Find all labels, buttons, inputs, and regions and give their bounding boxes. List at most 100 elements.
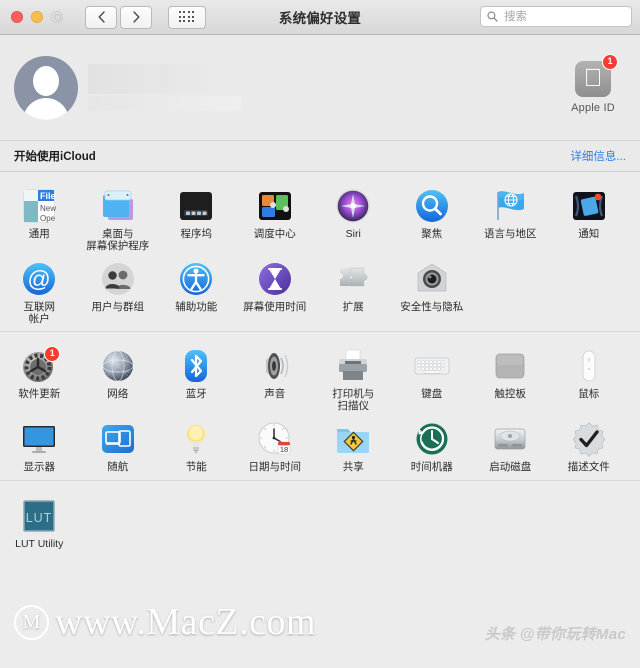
pref-label: 时间机器 [410,461,453,473]
pref-item-users-groups[interactable]: 用户与群组 [79,254,158,327]
pref-item-mouse[interactable]: 鼠标 [550,341,629,414]
pref-item-general[interactable]: File New Ope 通用 [0,181,79,254]
dock-icon [177,187,215,225]
energy-saver-icon [177,420,215,458]
svg-text:File: File [40,191,56,201]
pref-item-siri[interactable]: Siri [314,181,393,254]
internet-accounts-icon: @ [20,260,58,298]
pref-item-printers-scanners[interactable]: 打印机与 扫描仪 [314,341,393,414]
pref-item-displays[interactable]: 显示器 [0,414,79,476]
pref-item-dock[interactable]: 程序坞 [157,181,236,254]
network-icon [99,347,137,385]
pref-label: 屏幕使用时间 [243,301,307,313]
search-area [480,6,632,27]
apple-logo-icon:  1 [575,54,618,97]
pref-row: 显示器 随航 节能 18 日期与时间 共享 时间机器 启动磁盘 描述文件 [0,414,640,476]
accessibility-icon [177,260,215,298]
pref-label: 随航 [107,461,129,473]
pref-item-empty [471,254,550,327]
pref-item-security-privacy[interactable]: 安全性与隐私 [393,254,472,327]
pref-item-trackpad[interactable]: 触控板 [471,341,550,414]
section-personal: File New Ope 通用 桌面与 屏幕保护程序 程序坞 调度中心 Siri… [0,172,640,331]
pref-label: 通用 [28,228,50,240]
pref-label: 互联网 帐户 [23,301,56,325]
pref-label: 扩展 [342,301,364,313]
minimize-button[interactable] [31,11,43,23]
avatar[interactable] [14,55,78,120]
pref-item-mission-control[interactable]: 调度中心 [236,181,315,254]
extensions-icon [334,260,372,298]
pref-label: LUT Utility [15,538,64,550]
lut-utility-icon: LUT [20,497,58,535]
pref-item-time-machine[interactable]: 时间机器 [393,414,472,476]
screen-time-icon [256,260,294,298]
pref-item-bluetooth[interactable]: 蓝牙 [157,341,236,414]
pref-label: 显示器 [23,461,56,473]
pref-item-keyboard[interactable]: 键盘 [393,341,472,414]
lut-icon-text: LUT [26,511,53,525]
pref-item-startup-disk[interactable]: 启动磁盘 [471,414,550,476]
pref-label: 启动磁盘 [489,461,532,473]
pref-item-accessibility[interactable]: 辅助功能 [157,254,236,327]
pref-item-sound[interactable]: 声音 [236,341,315,414]
pref-item-screen-time[interactable]: 屏幕使用时间 [236,254,315,327]
chevron-left-icon [98,11,105,23]
pref-label: 调度中心 [253,228,296,240]
pref-item-sidecar[interactable]: 随航 [79,414,158,476]
pref-item-lut-utility[interactable]: LUT LUT Utility [0,491,79,553]
pref-item-network[interactable]: 网络 [79,341,158,414]
close-button[interactable] [11,11,23,23]
pref-label: 描述文件 [567,461,610,473]
pref-row: File New Ope 通用 桌面与 屏幕保护程序 程序坞 调度中心 Siri… [0,181,640,254]
pref-label: 桌面与 屏幕保护程序 [86,228,150,252]
pref-item-extensions[interactable]: 扩展 [314,254,393,327]
mouse-icon [570,347,608,385]
zoom-button[interactable] [51,11,63,23]
search-box[interactable] [480,6,632,27]
forward-button[interactable] [120,5,152,29]
preferences-content: File New Ope 通用 桌面与 屏幕保护程序 程序坞 调度中心 Siri… [0,172,640,668]
sound-icon [256,347,294,385]
bluetooth-icon [177,347,215,385]
show-all-button[interactable] [168,5,206,29]
chevron-right-icon [132,11,139,23]
sharing-icon [334,420,372,458]
pref-item-date-time[interactable]: 18 日期与时间 [236,414,315,476]
search-input[interactable] [502,9,625,24]
avatar-body [23,97,69,120]
apple-id-item[interactable]:  1 Apple ID [560,54,626,114]
profiles-icon [570,420,608,458]
notifications-icon [570,187,608,225]
svg-text:Ope: Ope [40,214,56,223]
icloud-text: 开始使用iCloud [14,151,96,163]
apple-glyph:  [584,65,603,91]
pref-label: 蓝牙 [185,388,207,400]
pref-item-sharing[interactable]: 共享 [314,414,393,476]
pref-item-notifications[interactable]: 通知 [550,181,629,254]
back-button[interactable] [85,5,117,29]
time-machine-icon [413,420,451,458]
search-icon [487,11,498,22]
pref-item-desktop-screensaver[interactable]: 桌面与 屏幕保护程序 [79,181,158,254]
pref-label: 用户与群组 [91,301,145,313]
pref-row: 1 软件更新 网络 蓝牙 声音 打印机与 扫描仪 键盘 触控板 鼠标 [0,341,640,414]
pref-label: 声音 [264,388,286,400]
pref-item-spotlight[interactable]: 聚焦 [393,181,472,254]
icloud-details-link[interactable]: 详细信息... [570,148,626,164]
displays-icon [20,420,58,458]
pref-label: 辅助功能 [175,301,218,313]
apple-id-badge: 1 [602,54,618,70]
trackpad-icon [491,347,529,385]
pref-label: 通知 [578,228,600,240]
section-hardware: 1 软件更新 网络 蓝牙 声音 打印机与 扫描仪 键盘 触控板 鼠标 显示器 随… [0,332,640,480]
pref-item-language-region[interactable]: 语言与地区 [471,181,550,254]
pref-label: 日期与时间 [248,461,302,473]
pref-item-energy-saver[interactable]: 节能 [157,414,236,476]
pref-label: 触控板 [494,388,527,400]
system-preferences-window: 系统偏好设置  1 Apple ID [0,0,640,668]
pref-item-internet-accounts[interactable]: @ 互联网 帐户 [0,254,79,327]
software-update-icon: 1 [20,346,61,385]
calendar-day: 18 [280,445,288,454]
pref-item-software-update[interactable]: 1 软件更新 [0,341,79,414]
pref-item-profiles[interactable]: 描述文件 [550,414,629,476]
